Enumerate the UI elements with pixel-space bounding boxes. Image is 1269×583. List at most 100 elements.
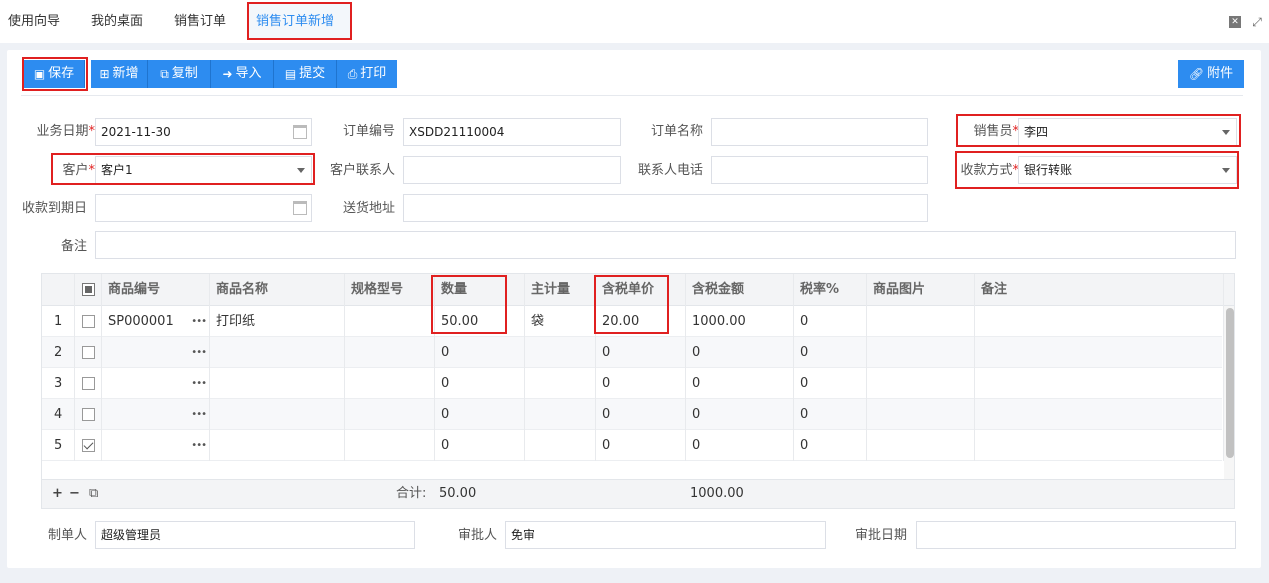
- lookup-dots-icon[interactable]: •••: [191, 399, 207, 430]
- col-name[interactable]: 商品名称: [210, 274, 345, 306]
- cell-name[interactable]: [210, 399, 345, 430]
- cell-unit[interactable]: [525, 399, 596, 430]
- cell-code[interactable]: •••: [102, 337, 210, 368]
- cell-name[interactable]: [210, 430, 345, 461]
- order-name-field[interactable]: [711, 118, 928, 146]
- cell-name[interactable]: 打印纸: [210, 306, 345, 337]
- lookup-dots-icon[interactable]: •••: [191, 306, 207, 337]
- fullscreen-icon[interactable]: ⤢: [1251, 16, 1263, 28]
- print-button[interactable]: ⎙ 打印: [337, 60, 397, 88]
- attachment-button[interactable]: 🔗︎ 附件: [1178, 60, 1244, 88]
- cell-spec[interactable]: [345, 430, 435, 461]
- close-tab-icon[interactable]: ✕: [1229, 16, 1241, 28]
- tab-guide[interactable]: 使用向导: [8, 0, 60, 42]
- save-button[interactable]: ▣ 保存: [24, 60, 85, 88]
- cell-amount[interactable]: 0: [686, 430, 794, 461]
- cell-tax[interactable]: 0: [794, 306, 867, 337]
- row-checkbox[interactable]: [75, 430, 102, 461]
- tab-sales-order-new[interactable]: 销售订单新增: [256, 0, 334, 42]
- cell-tax[interactable]: 0: [794, 337, 867, 368]
- col-code[interactable]: 商品编号: [102, 274, 210, 306]
- col-price[interactable]: 含税单价: [596, 274, 686, 306]
- col-image[interactable]: 商品图片: [867, 274, 975, 306]
- new-button[interactable]: ⊞ 新增: [91, 60, 148, 88]
- payment-select[interactable]: 银行转账: [1018, 156, 1237, 184]
- cell-price[interactable]: 0: [596, 368, 686, 399]
- cell-name[interactable]: [210, 337, 345, 368]
- cell-price[interactable]: 20.00: [596, 306, 686, 337]
- cell-amount[interactable]: 1000.00: [686, 306, 794, 337]
- cell-amount[interactable]: 0: [686, 368, 794, 399]
- cell-code[interactable]: •••: [102, 368, 210, 399]
- cell-code[interactable]: •••: [102, 430, 210, 461]
- select-all-checkbox[interactable]: [75, 274, 102, 306]
- cell-tax[interactable]: 0: [794, 368, 867, 399]
- table-row[interactable]: 3 ••• 0 0 0 0: [42, 368, 1224, 399]
- cell-unit[interactable]: [525, 337, 596, 368]
- row-checkbox[interactable]: [75, 306, 102, 337]
- row-checkbox[interactable]: [75, 399, 102, 430]
- phone-field[interactable]: [711, 156, 928, 184]
- approver-field[interactable]: 免审: [505, 521, 826, 549]
- cell-qty[interactable]: 0: [435, 399, 525, 430]
- tab-sales-order[interactable]: 销售订单: [174, 0, 226, 42]
- cell-price[interactable]: 0: [596, 337, 686, 368]
- table-row[interactable]: 4 ••• 0 0 0 0: [42, 399, 1224, 430]
- customer-select[interactable]: 客户1: [95, 156, 312, 184]
- cell-image[interactable]: [867, 306, 975, 337]
- remark-field[interactable]: [95, 231, 1236, 259]
- cell-remark[interactable]: [975, 306, 1224, 337]
- calendar-icon[interactable]: [293, 201, 307, 215]
- lookup-dots-icon[interactable]: •••: [191, 430, 207, 461]
- table-row[interactable]: 2 ••• 0 0 0 0: [42, 337, 1224, 368]
- maker-field[interactable]: 超级管理员: [95, 521, 415, 549]
- salesman-select[interactable]: 李四: [1018, 118, 1237, 146]
- table-row[interactable]: 1 SP000001 ••• 打印纸 50.00 袋 20.00 1000.00 0: [42, 306, 1224, 337]
- tab-desktop[interactable]: 我的桌面: [91, 0, 143, 42]
- cell-image[interactable]: [867, 399, 975, 430]
- cell-remark[interactable]: [975, 430, 1224, 461]
- col-unit[interactable]: 主计量: [525, 274, 596, 306]
- cell-qty[interactable]: 0: [435, 337, 525, 368]
- cell-remark[interactable]: [975, 337, 1224, 368]
- order-no-field[interactable]: XSDD21110004: [403, 118, 621, 146]
- address-field[interactable]: [403, 194, 928, 222]
- cell-spec[interactable]: [345, 337, 435, 368]
- col-tax[interactable]: 税率%: [794, 274, 867, 306]
- lookup-dots-icon[interactable]: •••: [191, 337, 207, 368]
- cell-unit[interactable]: [525, 430, 596, 461]
- contact-field[interactable]: [403, 156, 621, 184]
- add-row-icon[interactable]: +: [52, 480, 63, 508]
- cell-price[interactable]: 0: [596, 430, 686, 461]
- copy-button[interactable]: ⧉ 复制: [148, 60, 211, 88]
- cell-spec[interactable]: [345, 368, 435, 399]
- calendar-icon[interactable]: [293, 125, 307, 139]
- cell-name[interactable]: [210, 368, 345, 399]
- cell-remark[interactable]: [975, 368, 1224, 399]
- cell-amount[interactable]: 0: [686, 399, 794, 430]
- cell-code[interactable]: SP000001 •••: [102, 306, 210, 337]
- cell-amount[interactable]: 0: [686, 337, 794, 368]
- cell-image[interactable]: [867, 430, 975, 461]
- cell-spec[interactable]: [345, 306, 435, 337]
- import-button[interactable]: ➜ 导入: [211, 60, 274, 88]
- cell-qty[interactable]: 0: [435, 368, 525, 399]
- cell-unit[interactable]: 袋: [525, 306, 596, 337]
- cell-tax[interactable]: 0: [794, 399, 867, 430]
- cell-image[interactable]: [867, 337, 975, 368]
- col-remark[interactable]: 备注: [975, 274, 1224, 306]
- cell-tax[interactable]: 0: [794, 430, 867, 461]
- table-row[interactable]: 5 ••• 0 0 0 0: [42, 430, 1224, 461]
- col-amount[interactable]: 含税金额: [686, 274, 794, 306]
- approve-date-field[interactable]: [916, 521, 1236, 549]
- col-spec[interactable]: 规格型号: [345, 274, 435, 306]
- lookup-dots-icon[interactable]: •••: [191, 368, 207, 399]
- cell-spec[interactable]: [345, 399, 435, 430]
- cell-price[interactable]: 0: [596, 399, 686, 430]
- cell-qty[interactable]: 50.00: [435, 306, 525, 337]
- col-qty[interactable]: 数量: [435, 274, 525, 306]
- remove-row-icon[interactable]: −: [69, 480, 80, 508]
- cell-unit[interactable]: [525, 368, 596, 399]
- due-date-field[interactable]: [95, 194, 312, 222]
- submit-button[interactable]: ▤ 提交: [274, 60, 337, 88]
